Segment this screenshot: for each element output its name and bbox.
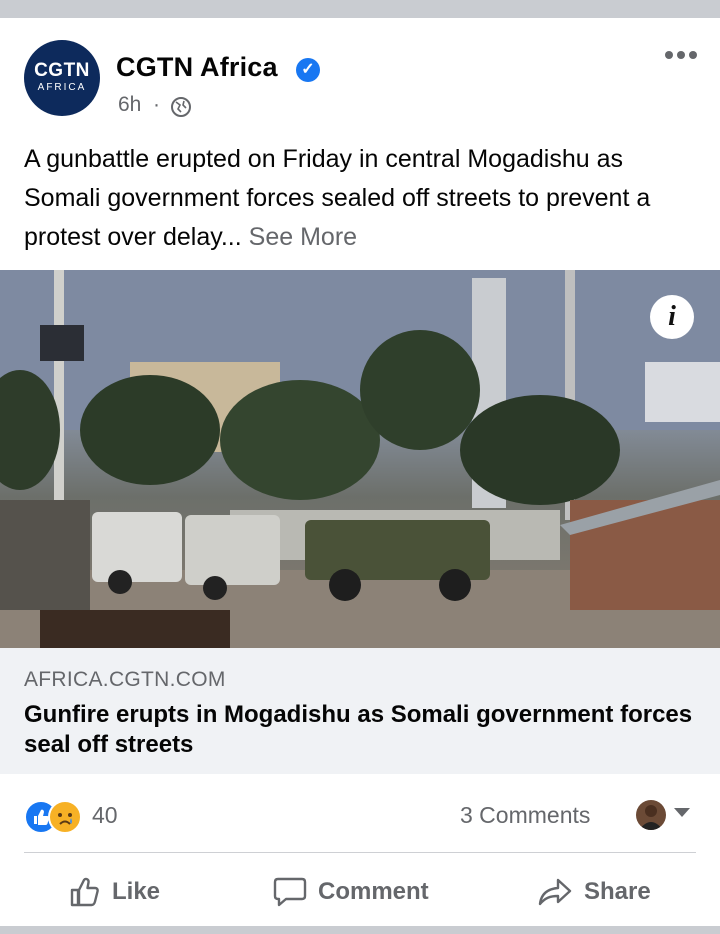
- info-button[interactable]: i: [650, 295, 694, 339]
- share-label: Share: [584, 878, 651, 905]
- verified-badge-icon: ✓: [296, 58, 320, 82]
- viewer-avatar[interactable]: [636, 800, 666, 830]
- comment-label: Comment: [318, 878, 429, 905]
- avatar-logo-subtext: AFRICA: [37, 82, 87, 93]
- thumbs-up-icon: [70, 877, 99, 907]
- more-options-button[interactable]: [664, 42, 698, 62]
- divider: [24, 852, 696, 853]
- globe-icon[interactable]: [170, 96, 192, 118]
- street-scene-image: [0, 270, 720, 648]
- chevron-down-icon[interactable]: [674, 808, 690, 817]
- comment-button[interactable]: Comment: [272, 872, 429, 912]
- page-avatar[interactable]: CGTN AFRICA: [24, 40, 100, 116]
- like-label: Like: [112, 878, 161, 905]
- share-icon: [538, 878, 572, 906]
- meta-separator: ·: [153, 93, 160, 116]
- reaction-count[interactable]: 40: [92, 802, 118, 829]
- comments-count[interactable]: 3 Comments: [460, 802, 590, 829]
- post-image[interactable]: [0, 270, 720, 648]
- top-separator: [0, 0, 720, 18]
- bottom-separator: [0, 926, 720, 934]
- page-name[interactable]: CGTN Africa: [116, 52, 278, 83]
- link-headline[interactable]: Gunfire erupts in Mogadishu as Somali go…: [24, 700, 704, 760]
- share-button[interactable]: Share: [536, 872, 651, 912]
- more-horizontal-icon: [665, 51, 697, 59]
- comment-icon: [273, 877, 307, 907]
- like-button[interactable]: Like: [68, 872, 160, 912]
- post-body: A gunbattle erupted on Friday in central…: [24, 140, 704, 257]
- avatar-logo-text: CGTN: [34, 60, 90, 81]
- see-more-link[interactable]: See More: [249, 223, 357, 251]
- sad-reaction-icon[interactable]: [48, 800, 82, 834]
- post-timestamp[interactable]: 6h: [118, 93, 141, 117]
- link-domain: AFRICA.CGTN.COM: [24, 668, 226, 691]
